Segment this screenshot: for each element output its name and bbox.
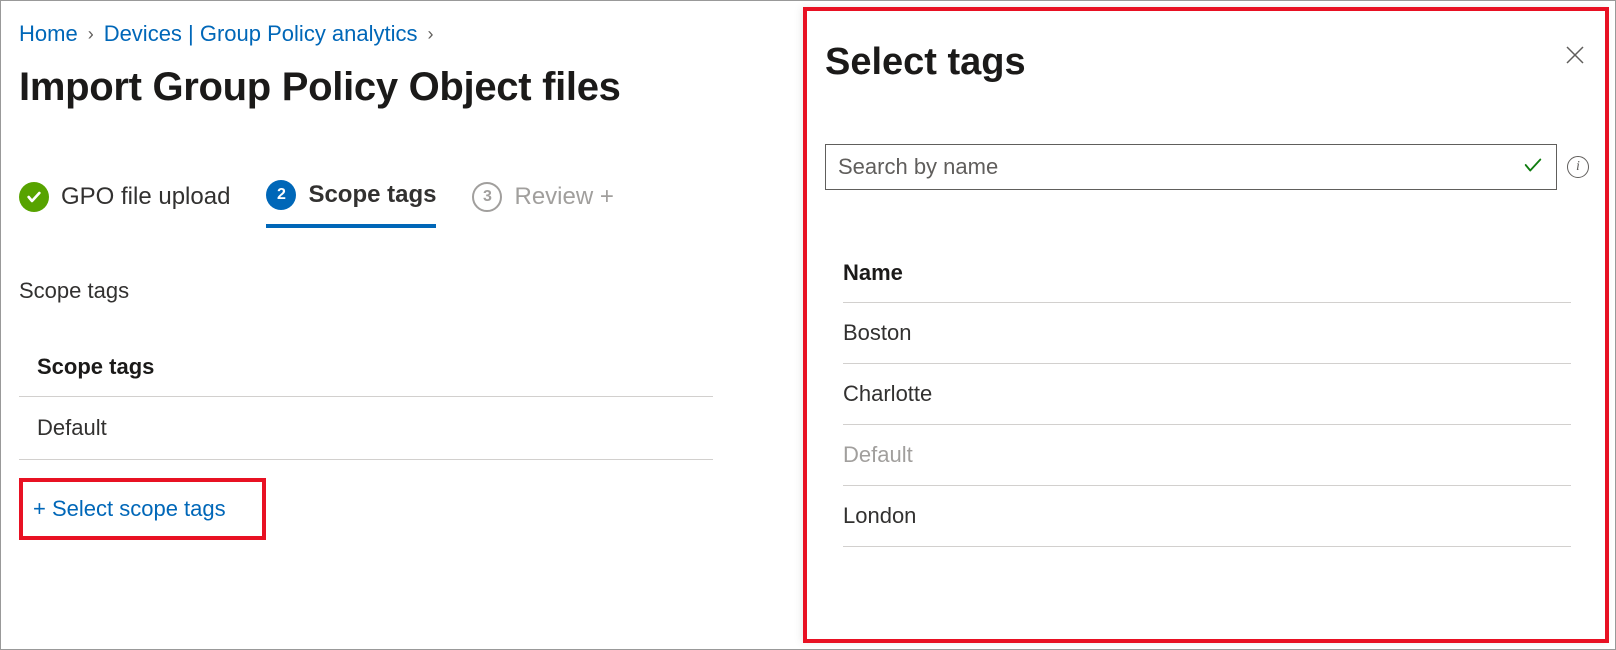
step-review[interactable]: 3 Review + — [472, 182, 613, 226]
list-item: Default — [843, 425, 1571, 486]
step-gpo-upload[interactable]: GPO file upload — [19, 182, 230, 226]
select-scope-tags-highlight: + Select scope tags — [19, 478, 266, 540]
close-icon — [1563, 43, 1587, 67]
step-label: GPO file upload — [61, 183, 230, 211]
section-label: Scope tags — [19, 278, 713, 304]
step-label: Review + — [514, 183, 613, 211]
close-button[interactable] — [1561, 41, 1589, 69]
step-number-icon: 2 — [266, 180, 296, 210]
breadcrumb-devices[interactable]: Devices | Group Policy analytics — [104, 21, 418, 47]
breadcrumb: Home › Devices | Group Policy analytics … — [19, 21, 713, 47]
search-input[interactable] — [838, 154, 1522, 180]
chevron-right-icon: › — [88, 24, 94, 45]
wizard-stepper: GPO file upload 2 Scope tags 3 Review + — [19, 180, 713, 228]
checkmark-icon — [19, 182, 49, 212]
panel-title: Select tags — [825, 41, 1026, 84]
info-icon[interactable]: i — [1567, 156, 1589, 178]
page-title: Import Group Policy Object files — [19, 65, 713, 110]
main-panel: Home › Devices | Group Policy analytics … — [1, 1, 731, 560]
list-item[interactable]: London — [843, 486, 1571, 547]
chevron-right-icon: › — [428, 24, 434, 45]
select-tags-panel: Select tags i Name BostonCharlotteDefaul… — [803, 7, 1609, 643]
scope-tags-column-header: Scope tags — [19, 354, 713, 397]
list-item[interactable]: Charlotte — [843, 364, 1571, 425]
breadcrumb-home[interactable]: Home — [19, 21, 78, 47]
step-label: Scope tags — [308, 181, 436, 209]
tag-column-header: Name — [843, 260, 1571, 303]
select-scope-tags-button[interactable]: + Select scope tags — [33, 496, 226, 521]
step-scope-tags[interactable]: 2 Scope tags — [266, 180, 436, 228]
search-box[interactable] — [825, 144, 1557, 190]
valid-check-icon — [1522, 154, 1544, 181]
step-number-icon: 3 — [472, 182, 502, 212]
tag-list: Name BostonCharlotteDefaultLondon — [825, 260, 1589, 547]
table-row[interactable]: Default — [19, 397, 713, 460]
list-item[interactable]: Boston — [843, 303, 1571, 364]
